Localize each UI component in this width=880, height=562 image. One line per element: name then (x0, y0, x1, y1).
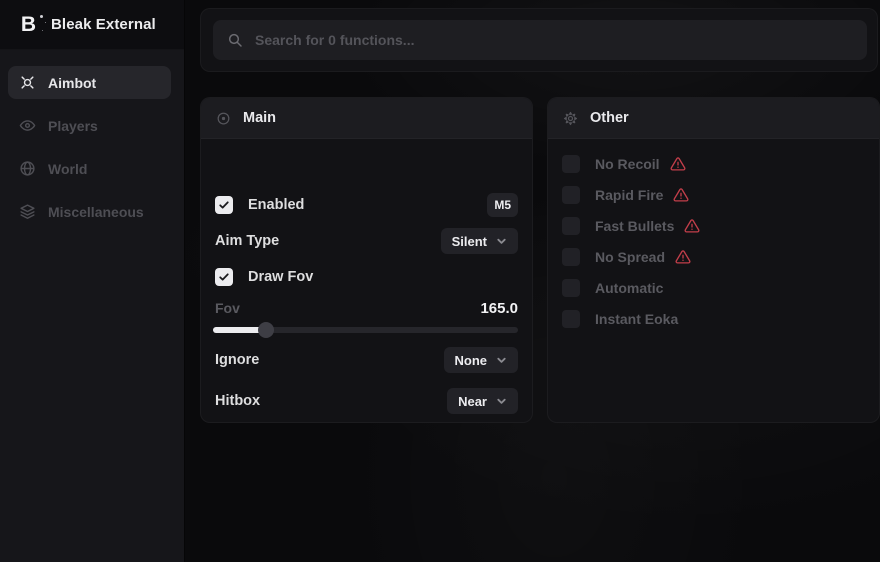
warning-icon (673, 187, 689, 203)
chevron-down-icon (496, 355, 507, 366)
other-panel-body: No Recoil Rapid Fire Fast Bullets (548, 139, 879, 328)
sidebar-item-label: Miscellaneous (48, 204, 144, 220)
fast-bullets-row: Fast Bullets (562, 217, 865, 235)
automatic-row: Automatic (562, 279, 865, 297)
layers-icon (19, 203, 36, 220)
draw-fov-row: Draw Fov (215, 265, 518, 289)
check-icon (218, 199, 230, 211)
search-panel (200, 8, 878, 72)
instant-eoka-label: Instant Eoka (595, 311, 678, 327)
hitbox-dropdown[interactable]: Near (447, 388, 518, 414)
eye-icon (19, 117, 36, 134)
warning-icon (670, 156, 686, 172)
sidebar-nav: Aimbot Players World (8, 66, 171, 228)
app-window: B Bleak External Aimbot Players (0, 0, 880, 562)
fast-bullets-checkbox[interactable] (562, 217, 580, 235)
hitbox-label: Hitbox (215, 393, 260, 409)
draw-fov-label: Draw Fov (248, 269, 313, 285)
sidebar-item-label: World (48, 161, 87, 177)
target-icon (216, 111, 231, 126)
sidebar-header: B Bleak External (0, 0, 184, 50)
rapid-fire-label: Rapid Fire (595, 187, 663, 203)
no-recoil-checkbox[interactable] (562, 155, 580, 173)
sidebar-item-players[interactable]: Players (8, 109, 171, 142)
fov-value: 165.0 (480, 300, 518, 317)
other-panel-title: Other (590, 110, 629, 126)
sidebar-item-label: Players (48, 118, 98, 134)
rapid-fire-row: Rapid Fire (562, 186, 865, 204)
automatic-checkbox[interactable] (562, 279, 580, 297)
sidebar-item-world[interactable]: World (8, 152, 171, 185)
chevron-down-icon (496, 396, 507, 407)
aim-type-row: Aim Type Silent (215, 228, 518, 254)
main-panel: Main Enabled M5 Aim Type Silent (200, 97, 533, 423)
rapid-fire-checkbox[interactable] (562, 186, 580, 204)
no-spread-row: No Spread (562, 248, 865, 266)
fov-label: Fov (215, 300, 240, 316)
other-panel-header: Other (548, 98, 879, 139)
sidebar: B Bleak External Aimbot Players (0, 0, 185, 562)
check-icon (218, 271, 230, 283)
ignore-row: Ignore None (215, 347, 518, 373)
no-spread-label: No Spread (595, 249, 665, 265)
enabled-keybind-button[interactable]: M5 (487, 193, 518, 217)
no-spread-checkbox[interactable] (562, 248, 580, 266)
search-box[interactable] (213, 20, 867, 60)
search-input[interactable] (255, 32, 853, 48)
fov-row: Fov 165.0 (215, 299, 518, 317)
hitbox-row: Hitbox Near (215, 388, 518, 414)
other-panel: Other No Recoil Rapid Fire Fast Bullets (547, 97, 880, 423)
chevron-down-icon (496, 236, 507, 247)
no-recoil-label: No Recoil (595, 156, 660, 172)
sidebar-item-miscellaneous[interactable]: Miscellaneous (8, 195, 171, 228)
fov-slider-fill (213, 327, 265, 333)
warning-icon (675, 249, 691, 265)
fast-bullets-label: Fast Bullets (595, 218, 674, 234)
draw-fov-checkbox[interactable] (215, 268, 233, 286)
automatic-label: Automatic (595, 280, 663, 296)
sidebar-item-label: Aimbot (48, 75, 96, 91)
instant-eoka-row: Instant Eoka (562, 310, 865, 328)
hitbox-value: Near (458, 394, 487, 409)
aim-type-value: Silent (452, 234, 487, 249)
aim-type-label: Aim Type (215, 233, 279, 249)
ignore-label: Ignore (215, 352, 259, 368)
main-panel-header: Main (201, 98, 532, 139)
ignore-dropdown[interactable]: None (444, 347, 519, 373)
enabled-checkbox[interactable] (215, 196, 233, 214)
app-logo-icon: B (16, 13, 40, 37)
search-icon (227, 32, 243, 48)
enabled-row: Enabled M5 (215, 193, 518, 217)
fov-slider[interactable] (213, 322, 518, 338)
sidebar-item-aimbot[interactable]: Aimbot (8, 66, 171, 99)
gear-icon (563, 111, 578, 126)
ignore-value: None (455, 353, 488, 368)
enabled-label: Enabled (248, 197, 304, 213)
fov-slider-thumb[interactable] (258, 322, 274, 338)
instant-eoka-checkbox[interactable] (562, 310, 580, 328)
aim-type-dropdown[interactable]: Silent (441, 228, 518, 254)
no-recoil-row: No Recoil (562, 155, 865, 173)
warning-icon (684, 218, 700, 234)
app-title: Bleak External (51, 16, 156, 33)
globe-icon (19, 160, 36, 177)
main-panel-title: Main (243, 110, 276, 126)
crosshair-icon (19, 74, 36, 91)
